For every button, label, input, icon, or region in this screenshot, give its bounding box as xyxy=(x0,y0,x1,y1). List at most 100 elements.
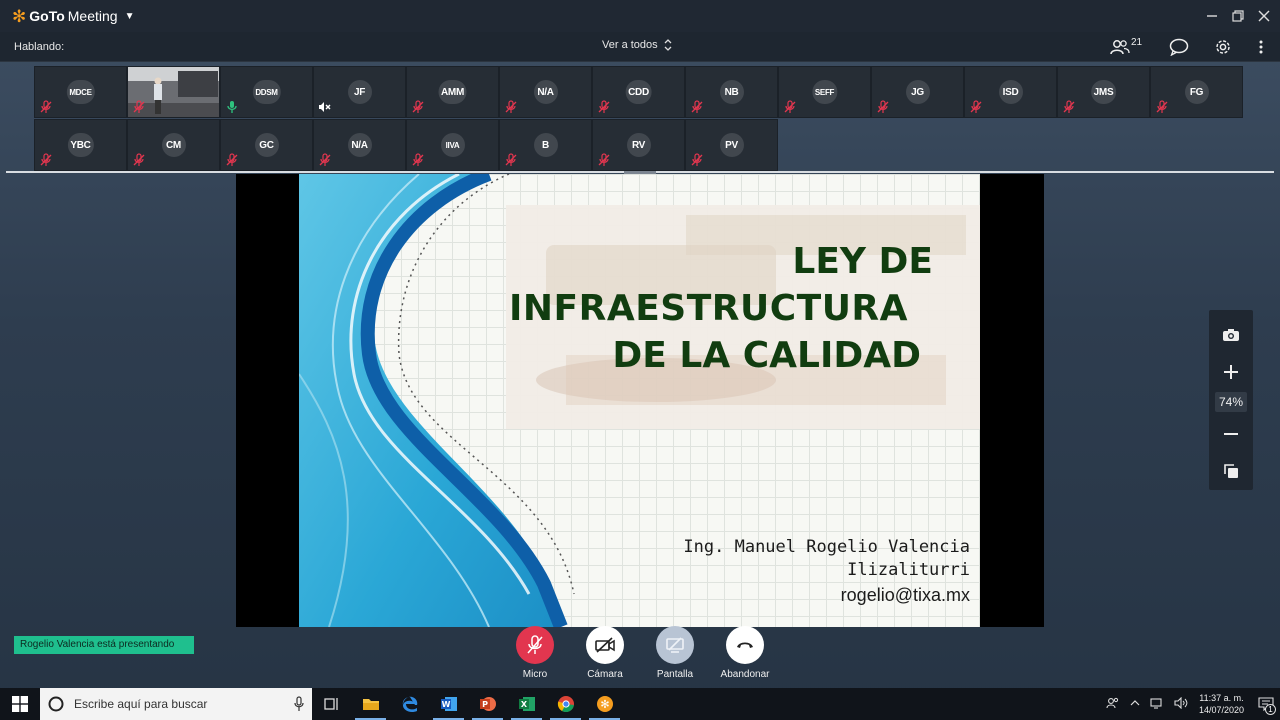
participant-initials: N/A xyxy=(347,133,372,157)
participant-tile[interactable]: N/A xyxy=(499,66,592,118)
meeting-controls: Micro Cámara Pantalla Abandonar xyxy=(500,626,780,680)
action-center-button[interactable]: 1 xyxy=(1252,688,1280,720)
leave-control[interactable]: Abandonar xyxy=(710,626,780,680)
participant-tile[interactable]: FG xyxy=(1150,66,1243,118)
view-all-label: Ver a todos xyxy=(602,39,658,51)
zoom-in-button[interactable] xyxy=(1215,356,1247,387)
leave-button[interactable] xyxy=(726,626,764,664)
taskbar-word[interactable]: W xyxy=(429,688,468,720)
participant-tile[interactable]: CDD xyxy=(592,66,685,118)
zoom-panel: 74% xyxy=(1209,310,1253,490)
mic-muted-icon xyxy=(597,100,611,114)
task-view-button[interactable] xyxy=(312,688,351,720)
participant-tile[interactable]: IIVA xyxy=(406,119,499,171)
slide-author-line2: Ilizaliturri xyxy=(847,560,970,580)
screenshot-button[interactable] xyxy=(1215,319,1247,350)
taskbar-chrome[interactable] xyxy=(546,688,585,720)
mic-muted-icon xyxy=(225,153,239,167)
mic-muted-icon xyxy=(132,153,146,167)
camera-toggle-button[interactable] xyxy=(586,626,624,664)
chevron-up-icon[interactable] xyxy=(1130,698,1140,710)
folder-icon xyxy=(362,699,379,710)
view-all-button[interactable]: Ver a todos xyxy=(602,39,672,51)
close-button[interactable] xyxy=(1256,8,1272,24)
participant-initials: JG xyxy=(905,80,930,104)
restore-button[interactable] xyxy=(1230,8,1246,24)
screen-control[interactable]: Pantalla xyxy=(640,626,710,680)
start-button[interactable] xyxy=(0,688,40,720)
more-options-button[interactable] xyxy=(1256,36,1266,58)
pop-out-button[interactable] xyxy=(1215,456,1247,487)
mic-muted-icon xyxy=(597,153,611,167)
taskbar-search-box[interactable]: Escribe aquí para buscar xyxy=(40,688,312,720)
camera-label: Cámara xyxy=(587,669,623,680)
participant-tile[interactable]: JF xyxy=(313,66,406,118)
participant-tile[interactable]: B xyxy=(499,119,592,171)
minimize-button[interactable] xyxy=(1204,8,1220,24)
participant-initials: SEFF xyxy=(811,80,838,104)
mic-toggle-button[interactable] xyxy=(516,626,554,664)
mic-muted-icon xyxy=(411,153,425,167)
mic-muted-icon xyxy=(318,153,332,167)
taskbar-edge[interactable] xyxy=(390,688,429,720)
participant-initials: DDSM xyxy=(252,80,281,104)
participant-tile[interactable]: MDCE xyxy=(34,66,127,118)
camera-off-icon xyxy=(595,637,615,653)
participant-tile[interactable]: CM xyxy=(127,119,220,171)
participant-initials: YBC xyxy=(67,133,94,157)
participant-tile[interactable]: JG xyxy=(871,66,964,118)
participant-tile[interactable]: GC xyxy=(220,119,313,171)
microphone-icon[interactable] xyxy=(294,696,304,712)
participant-tile[interactable]: AMM xyxy=(406,66,499,118)
mic-muted-icon xyxy=(504,100,518,114)
app-menu-button[interactable]: ✻ GoTo Meeting ▼ xyxy=(12,8,134,25)
participant-tile[interactable]: N/A xyxy=(313,119,406,171)
volume-icon[interactable] xyxy=(1174,696,1188,712)
taskbar-clock[interactable]: 11:37 a. m. 14/07/2020 xyxy=(1199,692,1244,716)
copy-window-icon xyxy=(1224,464,1238,479)
excel-icon: X xyxy=(518,697,535,711)
participant-tile[interactable]: SEFF xyxy=(778,66,871,118)
system-tray: 11:37 a. m. 14/07/2020 1 xyxy=(1101,688,1280,720)
taskbar-excel[interactable]: X xyxy=(507,688,546,720)
mic-muted-icon xyxy=(783,100,797,114)
taskbar-powerpoint[interactable]: P xyxy=(468,688,507,720)
attendees-button[interactable]: 21 xyxy=(1106,36,1146,58)
slide-title: LEY DE INFRAESTRUCTURA DE LA CALIDAD xyxy=(505,238,939,379)
slide-title-line2: INFRAESTRUCTURA xyxy=(509,288,909,329)
camera-control[interactable]: Cámara xyxy=(570,626,640,680)
participant-initials: IIVA xyxy=(440,133,465,157)
taskbar-file-explorer[interactable] xyxy=(351,688,390,720)
screen-label: Pantalla xyxy=(656,669,694,680)
people-tray-icon[interactable] xyxy=(1106,697,1120,712)
participant-initials: JMS xyxy=(1090,80,1117,104)
participant-initials: FG xyxy=(1184,80,1209,104)
gotomeeting-logo-icon: ✻ xyxy=(12,6,27,26)
participant-tile[interactable]: JMS xyxy=(1057,66,1150,118)
svg-text:W: W xyxy=(441,700,450,709)
participant-tile[interactable]: PV xyxy=(685,119,778,171)
participant-tile[interactable]: ISD xyxy=(964,66,1057,118)
svg-text:✻: ✻ xyxy=(600,698,609,711)
slide-email: rogelio@tixa.mx xyxy=(840,585,970,605)
participant-initials: PV xyxy=(719,133,744,157)
chat-button[interactable] xyxy=(1168,36,1190,58)
presenting-banner: Rogelio Valencia está presentando xyxy=(14,636,194,654)
participant-initials: CDD xyxy=(625,80,652,104)
participant-tile[interactable]: RV xyxy=(592,119,685,171)
participant-tile[interactable]: DDSM xyxy=(220,66,313,118)
leave-label: Abandonar xyxy=(720,669,770,680)
mic-control[interactable]: Micro xyxy=(500,626,570,680)
mic-muted-icon xyxy=(1062,100,1076,114)
participant-tile[interactable] xyxy=(127,66,220,118)
screen-share-button[interactable] xyxy=(656,626,694,664)
mic-label: Micro xyxy=(522,669,548,680)
zoom-out-button[interactable] xyxy=(1215,419,1247,450)
settings-button[interactable] xyxy=(1212,36,1234,58)
participant-tile[interactable]: YBC xyxy=(34,119,127,171)
network-icon[interactable] xyxy=(1150,697,1164,712)
task-view-icon xyxy=(323,698,338,710)
taskbar-gotomeeting[interactable]: ✻ xyxy=(585,688,624,720)
participant-tile[interactable]: NB xyxy=(685,66,778,118)
mic-muted-icon xyxy=(39,153,53,167)
